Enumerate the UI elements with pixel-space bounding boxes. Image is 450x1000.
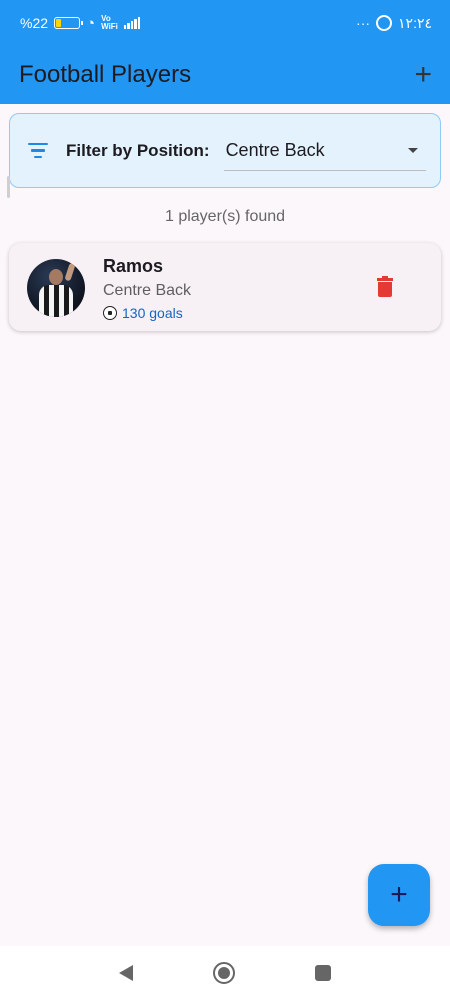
- filter-icon: [27, 142, 49, 159]
- vowifi-label: Vo WiFi: [101, 14, 118, 31]
- delete-button[interactable]: [375, 276, 397, 300]
- results-count: 1 player(s) found: [164, 208, 286, 225]
- chevron-down-icon: [408, 147, 418, 153]
- status-bar-right: ··· ١٢:٢٤: [356, 15, 432, 32]
- player-card[interactable]: Ramos Centre Back 130 goals: [9, 243, 441, 331]
- player-name: Ramos: [103, 256, 164, 276]
- player-goals: 130 goals: [103, 305, 183, 321]
- app-bar: Football Players +: [0, 46, 450, 104]
- status-bar-left: %22 ◔ Vo WiFi: [20, 14, 141, 32]
- wifi-icon: ◔: [86, 14, 96, 32]
- filter-label: Filter by Position:: [66, 140, 210, 160]
- avatar: [27, 259, 85, 317]
- dropdown-selected-value: Centre Back: [225, 139, 325, 160]
- home-icon[interactable]: [213, 962, 235, 984]
- goals-text: 130 goals: [122, 305, 183, 321]
- scroll-indicator: [7, 176, 10, 198]
- whatsapp-icon: [376, 15, 393, 31]
- system-nav-bar: [0, 946, 450, 1000]
- battery-icon: [54, 17, 84, 29]
- more-notifications-icon: ···: [356, 15, 371, 31]
- battery-percentage: %22: [20, 15, 49, 31]
- position-dropdown[interactable]: Centre Back: [223, 131, 426, 171]
- page-title: Football Players: [19, 61, 192, 88]
- back-icon[interactable]: [119, 965, 133, 981]
- plus-icon[interactable]: +: [414, 60, 432, 90]
- filter-card: Filter by Position: Centre Back: [9, 113, 441, 188]
- status-bar: %22 ◔ Vo WiFi ··· ١٢:٢٤: [0, 0, 450, 46]
- player-position: Centre Back: [103, 282, 192, 299]
- soccer-ball-icon: [103, 306, 117, 320]
- clock: ١٢:٢٤: [398, 14, 432, 31]
- recent-apps-icon[interactable]: [315, 965, 331, 981]
- add-player-button[interactable]: +: [368, 864, 430, 926]
- signal-icon: [123, 17, 141, 29]
